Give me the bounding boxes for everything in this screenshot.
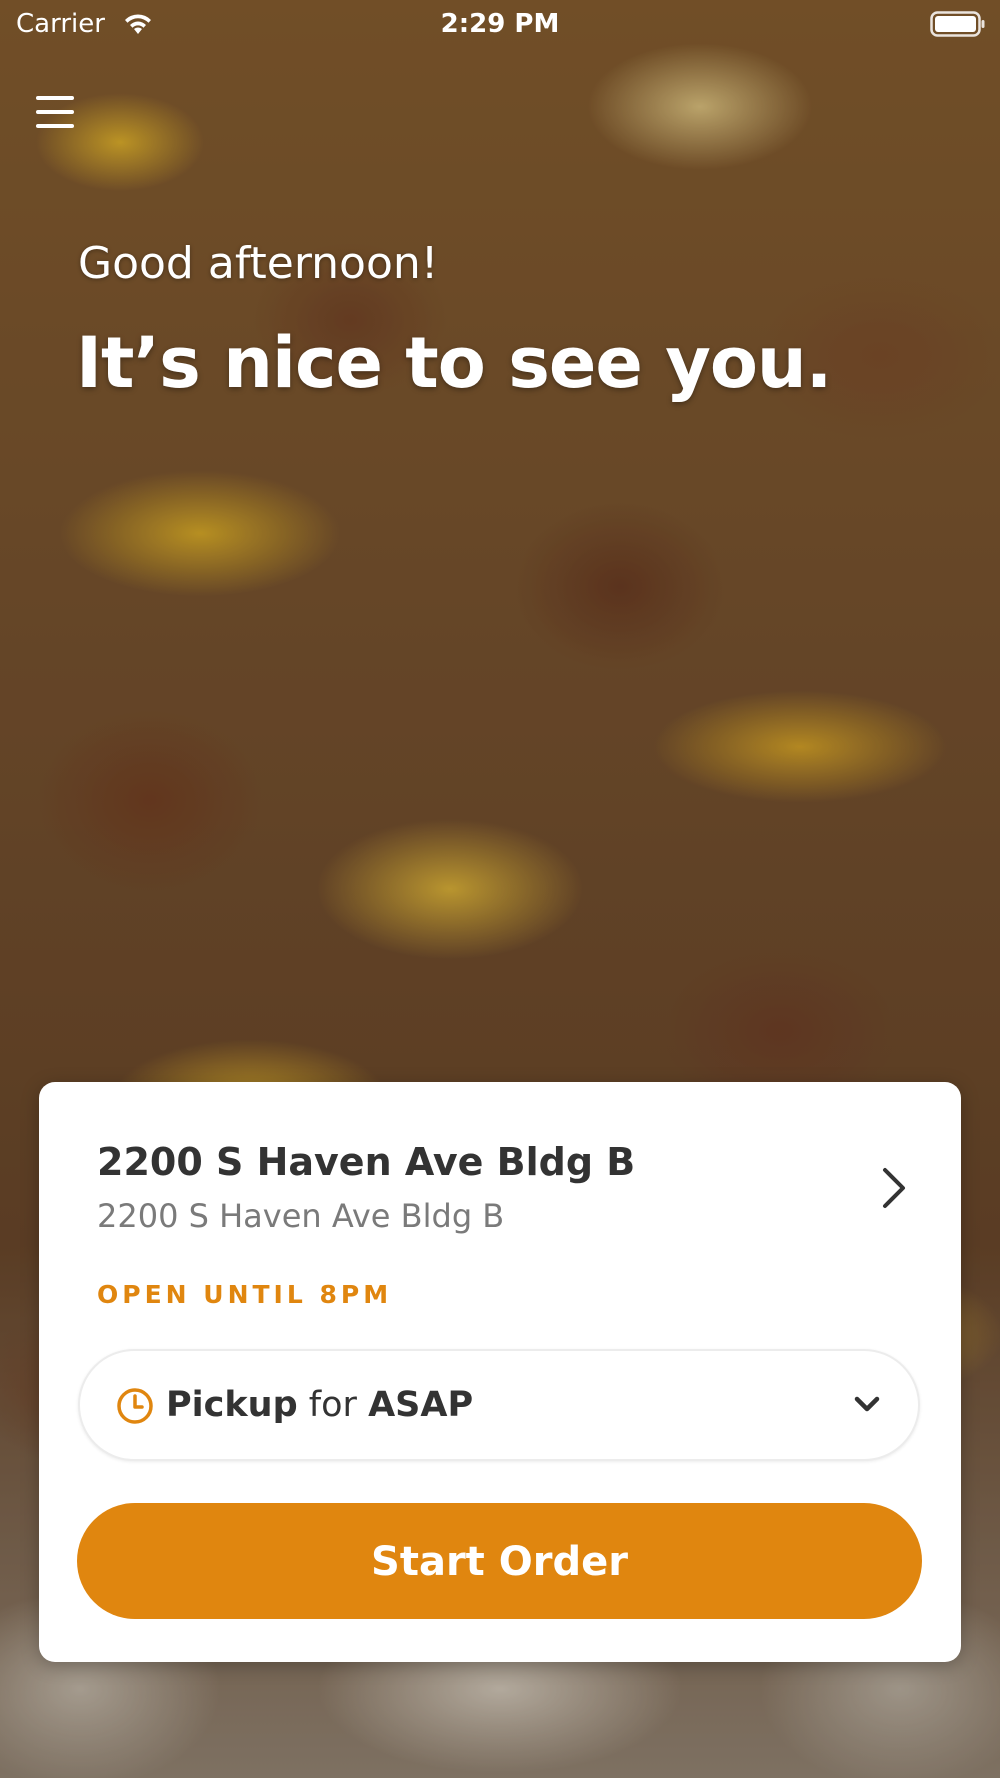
location-selector[interactable]: 2200 S Haven Ave Bldg B 2200 S Haven Ave… — [39, 1082, 961, 1242]
pickup-time: ASAP — [368, 1385, 474, 1425]
pickup-time-selector[interactable]: Pickup for ASAP — [78, 1349, 920, 1461]
chevron-right-icon — [883, 1168, 905, 1208]
location-name: 2200 S Haven Ave Bldg B — [97, 1140, 636, 1184]
status-time: 2:29 PM — [440, 9, 560, 39]
chevron-down-icon — [854, 1396, 880, 1412]
hamburger-menu-icon[interactable] — [36, 94, 78, 130]
pickup-mode: Pickup — [166, 1385, 298, 1425]
welcome-headline: It’s nice to see you. — [76, 322, 832, 404]
app-screen: Carrier 2:29 PM Good afternoon! It’s nic… — [0, 0, 1000, 1778]
pickup-connector: for — [308, 1385, 357, 1425]
pickup-summary: Pickup for ASAP — [166, 1385, 473, 1425]
clock-icon — [117, 1388, 153, 1424]
start-order-button[interactable]: Start Order — [77, 1503, 922, 1619]
location-address: 2200 S Haven Ave Bldg B — [97, 1197, 505, 1235]
battery-icon — [930, 11, 985, 37]
greeting-text: Good afternoon! — [78, 238, 439, 289]
status-bar: Carrier 2:29 PM — [0, 0, 1000, 50]
store-hours-label: OPEN UNTIL 8PM — [97, 1280, 393, 1309]
